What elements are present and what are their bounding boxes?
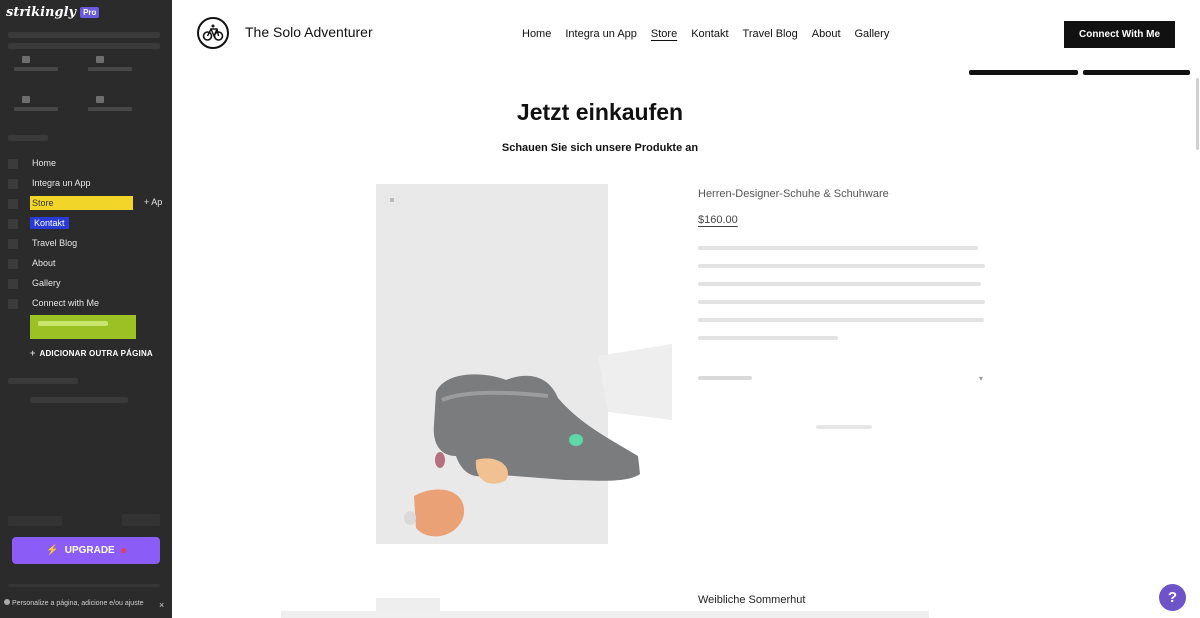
product-name[interactable]: Herren-Designer-Schuhe & Schuhware [698, 188, 889, 200]
bicycle-icon-glyph [202, 24, 224, 41]
sidebar-item-store[interactable]: Store + Ap [8, 194, 168, 214]
connect-with-me-button[interactable]: Connect With Me [1064, 21, 1175, 48]
sidebar-item-integra-un-app[interactable]: Integra un App [8, 174, 168, 194]
tool-icon [22, 56, 30, 63]
site-title[interactable]: The Solo Adventurer [245, 24, 373, 40]
drag-handle-icon[interactable] [8, 259, 18, 269]
lightning-icon: ⚡ [46, 545, 59, 556]
add-page-label: ADICIONAR OUTRA PÁGINA [39, 348, 153, 358]
drag-handle-icon[interactable] [8, 159, 18, 169]
sidebar-item-label: Integra un App [32, 178, 91, 188]
next-product-name[interactable]: Weibliche Sommerhut [698, 594, 805, 606]
sidebar-item-highlighted[interactable] [30, 315, 136, 339]
sidebar-item-label: Store [30, 196, 133, 210]
sidebar-toolbar-bar [8, 32, 160, 38]
chevron-down-icon: ▾ [978, 374, 983, 383]
sidebar-item-label: Kontakt [30, 217, 69, 229]
sidebar-item-label: About [32, 258, 56, 268]
upgrade-button[interactable]: ⚡ UPGRADE [12, 537, 160, 564]
sidebar-item-kontakt[interactable]: Kontakt [8, 214, 168, 234]
add-app-shortcut[interactable]: + Ap [144, 197, 162, 207]
nav-link-travel-blog[interactable]: Travel Blog [743, 28, 798, 40]
nav-link-integra-un-app[interactable]: Integra un App [565, 28, 637, 40]
drag-handle-icon[interactable] [8, 279, 18, 289]
sidebar-item-label: Travel Blog [32, 238, 78, 248]
description-line [698, 300, 985, 304]
sidebar-section-label [8, 378, 78, 384]
sidebar-tool[interactable] [8, 54, 72, 82]
notification-dot [120, 548, 126, 553]
section-toolbar-bar[interactable] [969, 70, 1078, 75]
description-line [698, 282, 981, 286]
upgrade-label: UPGRADE [64, 545, 115, 556]
add-page-button[interactable]: + ADICIONAR OUTRA PÁGINA [30, 348, 153, 358]
sidebar-item-label: Home [32, 158, 57, 168]
info-icon [4, 599, 10, 605]
sidebar-toolbar-bar [8, 43, 160, 49]
shoe-illustration [376, 184, 672, 544]
drag-handle-icon[interactable] [8, 299, 18, 309]
sidebar-mini-button[interactable] [8, 516, 62, 526]
top-navigation: Home Integra un App Store Kontakt Travel… [522, 28, 889, 40]
nav-link-home[interactable]: Home [522, 28, 551, 40]
sidebar-item-home[interactable]: Home [8, 154, 168, 174]
sidebar-item-label: Gallery [32, 278, 61, 288]
nav-link-gallery[interactable]: Gallery [855, 28, 890, 40]
page-heading: Jetzt einkaufen [516, 99, 684, 125]
product-image[interactable] [376, 184, 672, 544]
page-subheading: Schauen Sie sich unsere Produkte an [501, 142, 699, 154]
drag-handle-icon[interactable] [8, 219, 18, 229]
section-toolbar-bar[interactable] [1083, 70, 1190, 75]
product-price: $160.00 [698, 214, 738, 226]
sidebar-item-label: Connect with Me [32, 298, 100, 308]
description-line [698, 246, 978, 250]
sidebar-item-about[interactable]: About [8, 254, 168, 274]
pages-section-label [8, 135, 48, 141]
nav-link-store[interactable]: Store [651, 28, 677, 40]
bicycle-icon[interactable] [197, 17, 229, 49]
bottom-toolbar [281, 611, 929, 618]
sidebar-item-label-placeholder [38, 321, 108, 326]
sidebar-item-travel-blog[interactable]: Travel Blog [8, 234, 168, 254]
sidebar-divider [8, 584, 160, 587]
nav-link-kontakt[interactable]: Kontakt [691, 28, 728, 40]
footer-note-text: Personalize a página, adicione e/ou ajus… [12, 600, 144, 607]
page-list: Home Integra un App Store + Ap Kontakt T… [8, 154, 168, 314]
drag-handle-icon[interactable] [8, 199, 18, 209]
add-to-cart-button[interactable] [816, 425, 872, 429]
sidebar-link[interactable] [30, 397, 128, 403]
variant-select[interactable]: ▾ [698, 374, 985, 384]
sidebar-tool[interactable] [82, 54, 146, 82]
brand: strikingly Pro [6, 4, 100, 20]
editor-sidebar: strikingly Pro Home Integra un App Store… [0, 0, 172, 618]
sidebar-item-gallery[interactable]: Gallery [8, 274, 168, 294]
sidebar-mini-button[interactable] [122, 514, 160, 526]
description-line [698, 336, 838, 340]
nav-link-about[interactable]: About [812, 28, 841, 40]
variant-select-label [698, 376, 752, 380]
sidebar-item-connect-with-me[interactable]: Connect with Me [8, 294, 168, 314]
tool-label [14, 67, 58, 71]
drag-handle-icon[interactable] [8, 179, 18, 189]
drag-handle-icon[interactable] [8, 239, 18, 249]
plus-icon: + [30, 348, 36, 358]
product-description [698, 246, 985, 354]
tool-label [88, 67, 132, 71]
close-icon[interactable]: × [159, 600, 164, 610]
brand-logo: strikingly [6, 4, 77, 20]
plan-badge: Pro [80, 6, 100, 18]
footer-note: Personalize a página, adicione e/ou ajus… [4, 599, 164, 608]
description-line [698, 318, 984, 322]
description-line [698, 264, 985, 268]
question-icon[interactable]: ? [1159, 584, 1186, 611]
tool-icon [96, 56, 104, 63]
